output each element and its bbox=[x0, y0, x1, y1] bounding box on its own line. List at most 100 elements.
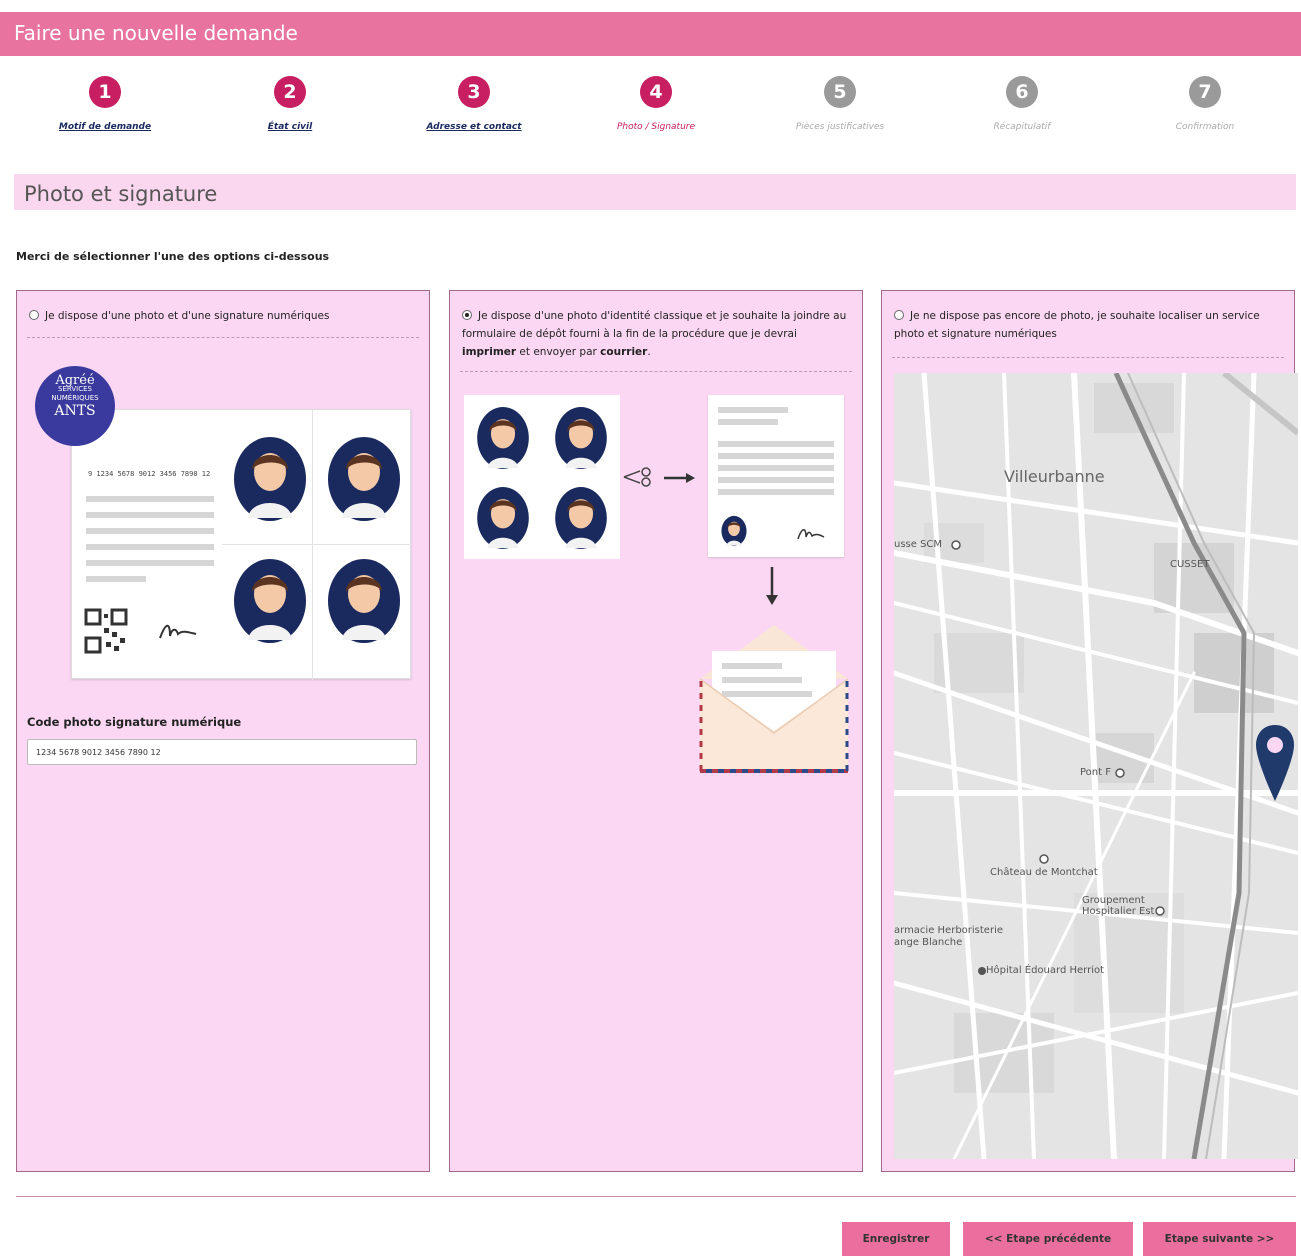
qr-code-icon bbox=[84, 608, 128, 654]
doc-line bbox=[718, 477, 834, 483]
option-digital-label: Je dispose d'une photo et d'une signatur… bbox=[45, 310, 330, 322]
card-line bbox=[86, 512, 214, 518]
step-number: 3 bbox=[458, 76, 490, 108]
doc-line bbox=[718, 465, 834, 471]
step-1[interactable]: 1 Motif de demande bbox=[20, 76, 190, 132]
doc-line bbox=[718, 441, 834, 447]
radio-locate[interactable] bbox=[894, 310, 904, 320]
seal-middle-text: SERVICES NUMÉRIQUES bbox=[51, 385, 99, 402]
option-classic-label-part2: et envoyer par bbox=[516, 346, 601, 358]
card-line bbox=[86, 576, 146, 582]
divider bbox=[460, 371, 852, 372]
stepper: 1 Motif de demande 2 État civil 3 Adress… bbox=[0, 76, 1301, 146]
step-7: 7 Confirmation bbox=[1120, 76, 1290, 132]
map-label: usse SCM bbox=[894, 539, 943, 550]
id-photo-icon bbox=[477, 407, 529, 469]
step-label[interactable]: Motif de demande bbox=[20, 122, 190, 132]
digital-photo-card-illustration: 9 1234 5678 9012 3456 7890 12 bbox=[71, 409, 412, 680]
instruction-text: Merci de sélectionner l'une des options … bbox=[16, 250, 330, 263]
map-label: Pont F bbox=[1080, 767, 1111, 778]
step-label: Photo / Signature bbox=[616, 122, 696, 132]
id-photo-icon bbox=[477, 487, 529, 549]
step-3[interactable]: 3 Adresse et contact bbox=[389, 76, 559, 132]
step-number: 5 bbox=[824, 76, 856, 108]
signature-icon bbox=[797, 529, 825, 540]
deposit-form-illustration bbox=[708, 395, 844, 557]
step-label: Pièces justificatives bbox=[795, 122, 885, 132]
radio-classic[interactable] bbox=[462, 310, 472, 320]
id-photo-icon bbox=[234, 437, 306, 521]
arrow-down-icon bbox=[766, 567, 778, 605]
option-classic-label-part3: . bbox=[647, 346, 651, 358]
step-number: 7 bbox=[1189, 76, 1221, 108]
next-step-button[interactable]: Etape suivante >> bbox=[1143, 1222, 1296, 1256]
option-panel-classic[interactable]: Je dispose d'une photo d'identité classi… bbox=[449, 290, 863, 1172]
divider bbox=[312, 410, 313, 680]
step-4: 4 Photo / Signature bbox=[571, 76, 741, 132]
seal-bottom-text: ANTS bbox=[54, 403, 96, 419]
option-classic-bold1: imprimer bbox=[462, 346, 517, 358]
option-classic-bold2: courrier bbox=[600, 346, 648, 358]
divider bbox=[892, 357, 1284, 358]
page-title: Faire une nouvelle demande bbox=[14, 21, 298, 45]
scissors-icon bbox=[623, 467, 651, 487]
location-pin-icon[interactable] bbox=[1254, 723, 1296, 805]
radio-digital[interactable] bbox=[29, 310, 39, 320]
map-label: Villeurbanne bbox=[1004, 467, 1105, 486]
signature-icon bbox=[159, 624, 197, 639]
step-label[interactable]: État civil bbox=[205, 122, 375, 132]
step-number: 6 bbox=[1006, 76, 1038, 108]
step-label[interactable]: Adresse et contact bbox=[389, 122, 559, 132]
id-photo-icon bbox=[555, 487, 607, 549]
option-locate-label: Je ne dispose pas encore de photo, je so… bbox=[894, 310, 1260, 340]
previous-step-button[interactable]: << Etape précédente bbox=[963, 1222, 1133, 1256]
map-label: armacie Herboristerie ange Blanche bbox=[894, 925, 1004, 948]
code-field-label: Code photo signature numérique bbox=[27, 715, 242, 729]
service-locator-map[interactable]: Villeurbanne CUSSET Pont F Château de Mo… bbox=[894, 373, 1298, 1159]
step-6: 6 Récapitulatif bbox=[937, 76, 1107, 132]
card-line bbox=[86, 544, 214, 550]
map-roads bbox=[894, 373, 1298, 1159]
option-classic-label-part1: Je dispose d'une photo d'identité classi… bbox=[462, 310, 847, 340]
map-label: CUSSET bbox=[1170, 559, 1210, 570]
id-photo-icon bbox=[234, 559, 306, 643]
photo-strip-illustration bbox=[464, 395, 620, 559]
id-photo-icon bbox=[328, 437, 400, 521]
id-photo-icon bbox=[555, 407, 607, 469]
option-panel-digital[interactable]: Je dispose d'une photo et d'une signatur… bbox=[16, 290, 430, 1172]
card-line bbox=[86, 560, 214, 566]
doc-line bbox=[718, 419, 778, 425]
step-5: 5 Pièces justificatives bbox=[755, 76, 925, 132]
section-title: Photo et signature bbox=[24, 182, 218, 206]
option-classic[interactable]: Je dispose d'une photo d'identité classi… bbox=[462, 307, 850, 361]
card-line bbox=[86, 496, 214, 502]
step-number: 4 bbox=[640, 76, 672, 108]
ants-agreed-seal: Agréé SERVICES NUMÉRIQUES ANTS bbox=[35, 366, 115, 446]
photo-signature-code-input[interactable] bbox=[27, 739, 417, 765]
step-label: Confirmation bbox=[1175, 122, 1235, 132]
map-label: Groupement Hospitalier Est bbox=[1082, 895, 1155, 917]
divider bbox=[27, 337, 419, 338]
step-label: Récapitulatif bbox=[993, 122, 1051, 132]
card-code-text: 9 1234 5678 9012 3456 7890 12 bbox=[88, 470, 211, 478]
step-2[interactable]: 2 État civil bbox=[205, 76, 375, 132]
id-photo-icon bbox=[328, 559, 400, 643]
id-photo-icon bbox=[721, 515, 747, 547]
envelope-icon bbox=[699, 625, 849, 773]
step-number: 1 bbox=[89, 76, 121, 108]
step-number: 2 bbox=[274, 76, 306, 108]
footer-divider bbox=[16, 1196, 1296, 1197]
doc-line bbox=[718, 407, 788, 413]
option-locate[interactable]: Je ne dispose pas encore de photo, je so… bbox=[894, 307, 1282, 343]
doc-line bbox=[718, 489, 834, 495]
card-line bbox=[86, 528, 214, 534]
doc-line bbox=[718, 453, 834, 459]
option-panel-locate[interactable]: Je ne dispose pas encore de photo, je so… bbox=[881, 290, 1298, 1172]
seal-top-text: Agréé bbox=[55, 373, 95, 388]
arrow-right-icon bbox=[664, 473, 695, 483]
divider bbox=[222, 544, 412, 545]
save-button[interactable]: Enregistrer bbox=[842, 1222, 950, 1256]
option-digital[interactable]: Je dispose d'une photo et d'une signatur… bbox=[29, 307, 417, 325]
map-label: Hôpital Édouard Herriot bbox=[986, 965, 1105, 976]
map-label: Château de Montchat bbox=[990, 867, 1098, 878]
